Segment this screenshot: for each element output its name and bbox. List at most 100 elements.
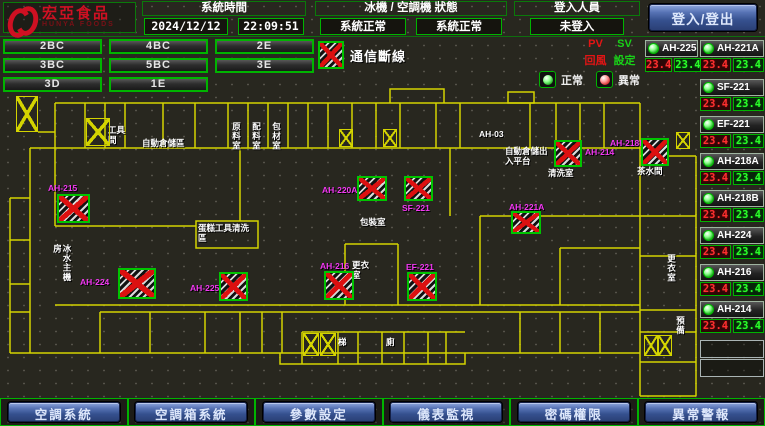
unit-pv-value: 23.4 bbox=[700, 245, 731, 259]
stair-icon bbox=[658, 335, 672, 356]
area-button-2e[interactable]: 2E bbox=[215, 39, 314, 54]
sv-label: SV bbox=[610, 38, 639, 50]
unit-values: 23.423.4 bbox=[700, 134, 764, 148]
device-label-ef-221: EF-221 bbox=[406, 262, 434, 272]
unit-name-label: AH-221A bbox=[717, 43, 759, 54]
room-label: 原料室 bbox=[231, 122, 241, 151]
ahu-status-value: 系統正常 bbox=[416, 18, 502, 35]
unit-name-label: EF-221 bbox=[717, 119, 750, 130]
unit-ah-218a[interactable]: AH-218A bbox=[700, 153, 764, 170]
system-time-section: 系統時間 2024/12/12 22:09:51 bbox=[140, 1, 308, 34]
unit-sf-221[interactable]: SF-221 bbox=[700, 79, 764, 96]
menu-cell: 空調系統 bbox=[0, 398, 128, 426]
machine-status-label: 冰機 / 空調機 狀態 bbox=[315, 1, 507, 16]
unit-sv-value: 23.4 bbox=[733, 245, 764, 259]
sv-desc-label: 設定 bbox=[610, 52, 639, 68]
unit-values: 23.423.4 bbox=[700, 208, 764, 222]
unit-status-led bbox=[703, 230, 714, 241]
unit-values: 23.423.4 bbox=[700, 171, 764, 185]
unit-name-label: SF-221 bbox=[717, 82, 750, 93]
unit-pv-value: 23.4 bbox=[700, 208, 731, 222]
unit-ef-221[interactable]: EF-221 bbox=[700, 116, 764, 133]
room-label: 包材室 bbox=[271, 122, 281, 151]
top-bar: 宏亞食品 HUNYA FOODS 系統時間 2024/12/12 22:09:5… bbox=[0, 0, 765, 37]
comm-loss-marker-ef-221 bbox=[407, 272, 437, 301]
device-label-ah-215: AH-215 bbox=[48, 183, 77, 193]
comm-loss-marker-ah-216 bbox=[324, 271, 354, 300]
room-label: AH-03 bbox=[479, 130, 504, 140]
menu-button-4[interactable]: 密碼權限 bbox=[518, 402, 630, 422]
unit-ah-225[interactable]: AH-225 bbox=[645, 40, 698, 57]
floor-area-buttons: 2BC 4BC 2E 3BC 5BC 3E 3D 1E bbox=[3, 39, 314, 92]
unit-name-label: AH-225 bbox=[662, 43, 696, 54]
device-label-ah-225: AH-225 bbox=[190, 283, 219, 293]
brand-name: 宏亞食品 bbox=[42, 6, 115, 21]
area-button-2bc[interactable]: 2BC bbox=[3, 39, 102, 54]
area-button-3d[interactable]: 3D bbox=[3, 77, 102, 92]
unit-pv-value: 23.4 bbox=[700, 97, 731, 111]
menu-button-0[interactable]: 空調系統 bbox=[8, 402, 120, 422]
unit-sv-value: 23.4 bbox=[733, 282, 764, 296]
area-button-3bc[interactable]: 3BC bbox=[3, 58, 102, 73]
unit-sv-value: 23.4 bbox=[733, 134, 764, 148]
login-section: 登入人員 未登入 bbox=[512, 1, 642, 34]
unit-name-label: AH-218B bbox=[717, 193, 759, 204]
unit-ah-214[interactable]: AH-214 bbox=[700, 301, 764, 318]
room-label: 廁 bbox=[386, 338, 395, 348]
menu-button-2[interactable]: 參數設定 bbox=[263, 402, 375, 422]
comm-loss-marker-ah-218b bbox=[641, 138, 669, 166]
comm-loss-label: 通信斷線 bbox=[350, 46, 406, 65]
unit-values: 23.423.4 bbox=[700, 282, 764, 296]
unit-ah-224[interactable]: AH-224 bbox=[700, 227, 764, 244]
login-user-value: 未登入 bbox=[530, 18, 624, 35]
normal-label: 正常 bbox=[561, 72, 583, 88]
comm-loss-legend: 通信斷線 bbox=[318, 41, 406, 69]
comm-loss-marker-ah-214 bbox=[554, 140, 582, 167]
unit-sv-value: 23.4 bbox=[733, 208, 764, 222]
unit-name-label: AH-218A bbox=[717, 156, 759, 167]
area-button-4bc[interactable]: 4BC bbox=[109, 39, 208, 54]
stair-icon bbox=[16, 96, 38, 132]
status-led-legend: 正常 異常 bbox=[539, 71, 640, 88]
menu-button-3[interactable]: 儀表監視 bbox=[390, 402, 502, 422]
abnormal-led-icon bbox=[596, 71, 613, 88]
menu-cell: 參數設定 bbox=[255, 398, 383, 426]
bottom-menu: 空調系統空調箱系統參數設定儀表監視密碼權限異常警報 bbox=[0, 398, 765, 426]
unit-values: 23.423.4 bbox=[700, 97, 764, 111]
unit-pv-value: 23.4 bbox=[700, 134, 731, 148]
room-label: 預備 bbox=[675, 316, 685, 340]
unit-name-label: AH-216 bbox=[717, 267, 751, 278]
unit-values: 23.423.4 bbox=[700, 58, 764, 72]
area-button-1e[interactable]: 1E bbox=[109, 77, 208, 92]
system-clock-value: 22:09:51 bbox=[238, 18, 304, 35]
stair-icon bbox=[86, 118, 110, 146]
menu-button-1[interactable]: 空調箱系統 bbox=[135, 402, 247, 422]
unit-sv-value: 23.4 bbox=[733, 97, 764, 111]
room-label: 配料室 bbox=[251, 122, 261, 151]
login-logout-button[interactable]: 登入/登出 bbox=[649, 4, 757, 31]
device-label-sf-221: SF-221 bbox=[402, 203, 430, 213]
normal-led-icon bbox=[539, 71, 556, 88]
empty-slot bbox=[700, 340, 764, 358]
unit-ah-216[interactable]: AH-216 bbox=[700, 264, 764, 281]
stair-icon bbox=[320, 333, 336, 356]
brand-logo-icon bbox=[8, 5, 38, 31]
unit-ah-218b[interactable]: AH-218B bbox=[700, 190, 764, 207]
unit-pv-value: 23.4 bbox=[700, 171, 731, 185]
menu-cell: 異常警報 bbox=[638, 398, 765, 426]
pv-desc-label: 回風 bbox=[581, 52, 610, 68]
menu-button-5[interactable]: 異常警報 bbox=[645, 402, 757, 422]
room-label: 梯 bbox=[338, 338, 347, 348]
brand-logo: 宏亞食品 HUNYA FOODS bbox=[3, 2, 136, 33]
unit-values: 23.423.4 bbox=[700, 319, 764, 333]
unit-name-label: AH-214 bbox=[717, 304, 751, 315]
comm-loss-marker-sf-221 bbox=[404, 176, 433, 201]
unit-status-led bbox=[703, 82, 714, 93]
unit-pv-value: 23.4 bbox=[700, 58, 731, 72]
unit-ah-221a[interactable]: AH-221A bbox=[700, 40, 764, 57]
device-label-ah-214: AH-214 bbox=[585, 147, 614, 157]
unit-status-led bbox=[648, 43, 659, 54]
area-button-3e[interactable]: 3E bbox=[215, 58, 314, 73]
room-label: 更衣室 bbox=[666, 254, 676, 288]
area-button-5bc[interactable]: 5BC bbox=[109, 58, 208, 73]
